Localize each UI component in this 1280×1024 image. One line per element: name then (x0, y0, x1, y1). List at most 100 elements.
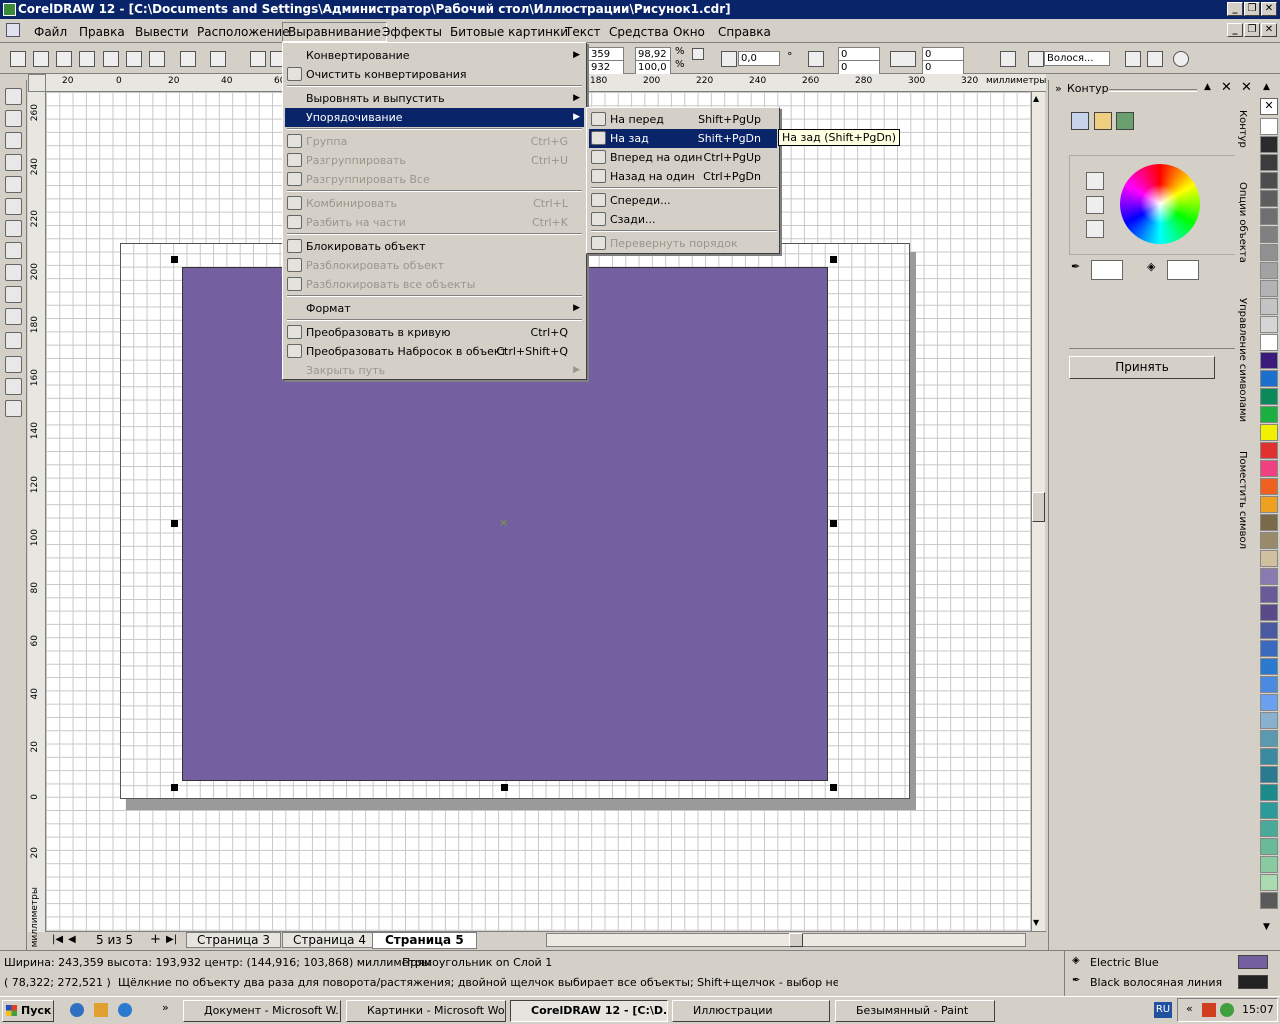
h-scroll-thumb[interactable] (789, 933, 803, 947)
reset-color-icon[interactable] (1086, 220, 1104, 238)
palette-swatch[interactable] (1260, 352, 1278, 369)
palette-swatch[interactable] (1260, 874, 1278, 891)
taskbar-expand-icon[interactable]: » (162, 1001, 169, 1014)
first-page-icon[interactable]: |◀ (52, 934, 63, 945)
task-coreldraw[interactable]: CorelDRAW 12 - [C:\D... (510, 1000, 668, 1022)
palette-swatch[interactable] (1260, 190, 1278, 207)
arrange-menu-item[interactable]: Закрыть путь ▶ (285, 361, 584, 380)
palette-swatch[interactable] (1260, 316, 1278, 333)
task-word-document[interactable]: Документ - Microsoft W... (183, 1000, 341, 1022)
palette-swatch[interactable] (1260, 334, 1278, 351)
palette-swatch[interactable] (1260, 208, 1278, 225)
arrange-menu-item[interactable]: Упорядочивание ▶ (285, 108, 584, 127)
new-document-icon[interactable] (10, 51, 26, 67)
docker-up-icon[interactable]: ▲ (1204, 82, 1211, 92)
docker-close-icon[interactable]: ✕ (1221, 80, 1232, 95)
fill-color-select[interactable] (1167, 260, 1199, 280)
corner-lock-icon[interactable] (890, 51, 916, 67)
fill-tool-icon[interactable] (5, 378, 22, 395)
tab-page-3[interactable]: Страница 3 (186, 932, 281, 948)
arrange-menu-item[interactable]: Разбить на части Ctrl+K (285, 213, 584, 232)
palette-swatch[interactable] (1260, 658, 1278, 675)
corner-radius-4[interactable]: 0 (922, 60, 964, 75)
scroll-thumb[interactable] (1032, 492, 1045, 522)
language-indicator[interactable]: RU (1154, 1002, 1172, 1018)
prev-page-icon[interactable]: ◀ (68, 934, 76, 945)
doc-close-button[interactable]: ✕ (1261, 23, 1277, 37)
arrange-menu-item[interactable]: Преобразовать Набросок в объект Ctrl+Shif… (285, 342, 584, 361)
scale-y-field[interactable]: 100,0 (635, 60, 671, 75)
palette-down-icon[interactable]: ▼ (1263, 922, 1270, 932)
selection-handle[interactable] (171, 520, 178, 527)
rotate-icon[interactable] (721, 51, 737, 67)
interactive-fill-icon[interactable] (5, 400, 22, 417)
palette-swatch[interactable] (1260, 730, 1278, 747)
coreldraw-app-icon[interactable] (3, 3, 16, 16)
order-menu-item[interactable]: Спереди... (589, 191, 777, 210)
object-height-field[interactable]: 932 mi (588, 60, 624, 86)
palette-swatch[interactable] (1260, 766, 1278, 783)
tray-icon[interactable] (1220, 1003, 1234, 1017)
corner-radius-2[interactable]: 0 (838, 60, 880, 75)
copy-icon[interactable] (126, 51, 142, 67)
menu-file[interactable]: Файл (34, 24, 67, 40)
tray-icon[interactable] (1202, 1003, 1216, 1017)
menu-arrange[interactable]: Выравнивание (282, 22, 387, 42)
selection-handle[interactable] (830, 784, 837, 791)
outline-width-select[interactable]: Волося... (1044, 51, 1110, 66)
to-front-icon[interactable] (1125, 51, 1141, 67)
palette-swatch[interactable] (1260, 640, 1278, 657)
palette-swatch[interactable] (1260, 550, 1278, 567)
zoom-tool-icon[interactable] (5, 132, 22, 149)
order-menu-item[interactable]: На перед Shift+PgUp (589, 110, 777, 129)
menu-output[interactable]: Вывести (135, 24, 189, 40)
palette-swatch[interactable] (1260, 442, 1278, 459)
menu-effects[interactable]: Эффекты (382, 24, 442, 40)
menu-edit[interactable]: Правка (79, 24, 125, 40)
palette-swatch[interactable] (1260, 496, 1278, 513)
no-color-swatch[interactable]: ✕ (1260, 98, 1278, 115)
task-illustrations[interactable]: Иллюстрации (672, 1000, 830, 1022)
selection-handle[interactable] (171, 256, 178, 263)
tab-insert-symbol[interactable]: Поместить символ (1237, 451, 1248, 549)
print-icon[interactable] (79, 51, 95, 67)
palette-swatch[interactable] (1260, 244, 1278, 261)
selection-handle[interactable] (830, 520, 837, 527)
save-icon[interactable] (56, 51, 72, 67)
palette-swatch[interactable] (1260, 172, 1278, 189)
palette-swatch[interactable] (1260, 406, 1278, 423)
freehand-tool-icon[interactable] (5, 154, 22, 171)
palette-swatch[interactable] (1260, 892, 1278, 909)
rectangle-tool-icon[interactable] (5, 198, 22, 215)
selection-handle[interactable] (830, 256, 837, 263)
import-icon[interactable] (250, 51, 266, 67)
arrange-menu-item[interactable]: Разблокировать все объекты (285, 275, 584, 294)
scroll-down-icon[interactable]: ▼ (1033, 918, 1039, 927)
arrange-menu-item[interactable]: Преобразовать в кривую Ctrl+Q (285, 323, 584, 342)
text-tool-icon[interactable] (5, 286, 22, 303)
selection-handle[interactable] (501, 784, 508, 791)
smart-fill-icon[interactable] (5, 176, 22, 193)
menu-layout[interactable]: Расположение (197, 24, 290, 40)
palette-swatch[interactable] (1260, 460, 1278, 477)
open-icon[interactable] (33, 51, 49, 67)
outline-inside-icon[interactable] (1116, 112, 1134, 130)
status-outline-swatch[interactable] (1238, 975, 1268, 989)
palette-swatch[interactable] (1260, 676, 1278, 693)
arrange-menu-item[interactable]: Блокировать объект (285, 237, 584, 256)
quicklaunch-icon[interactable] (70, 1003, 84, 1017)
tab-page-5[interactable]: Страница 5 (372, 932, 477, 949)
menu-window[interactable]: Окно (673, 24, 705, 40)
menu-bitmaps[interactable]: Битовые картинки (450, 24, 568, 40)
palette-swatch[interactable] (1260, 532, 1278, 549)
order-menu-item[interactable]: На зад Shift+PgDn (589, 129, 777, 148)
task-paint[interactable]: Безымянный - Paint (835, 1000, 995, 1022)
palette-swatch[interactable] (1260, 370, 1278, 387)
palette-swatch[interactable] (1260, 748, 1278, 765)
apply-button[interactable]: Принять (1069, 356, 1215, 379)
palette-swatch[interactable] (1260, 694, 1278, 711)
interactive-blend-icon[interactable] (5, 308, 22, 325)
pick-tool-icon[interactable] (5, 88, 22, 105)
selection-handle[interactable] (171, 784, 178, 791)
ie-icon[interactable] (118, 1003, 132, 1017)
